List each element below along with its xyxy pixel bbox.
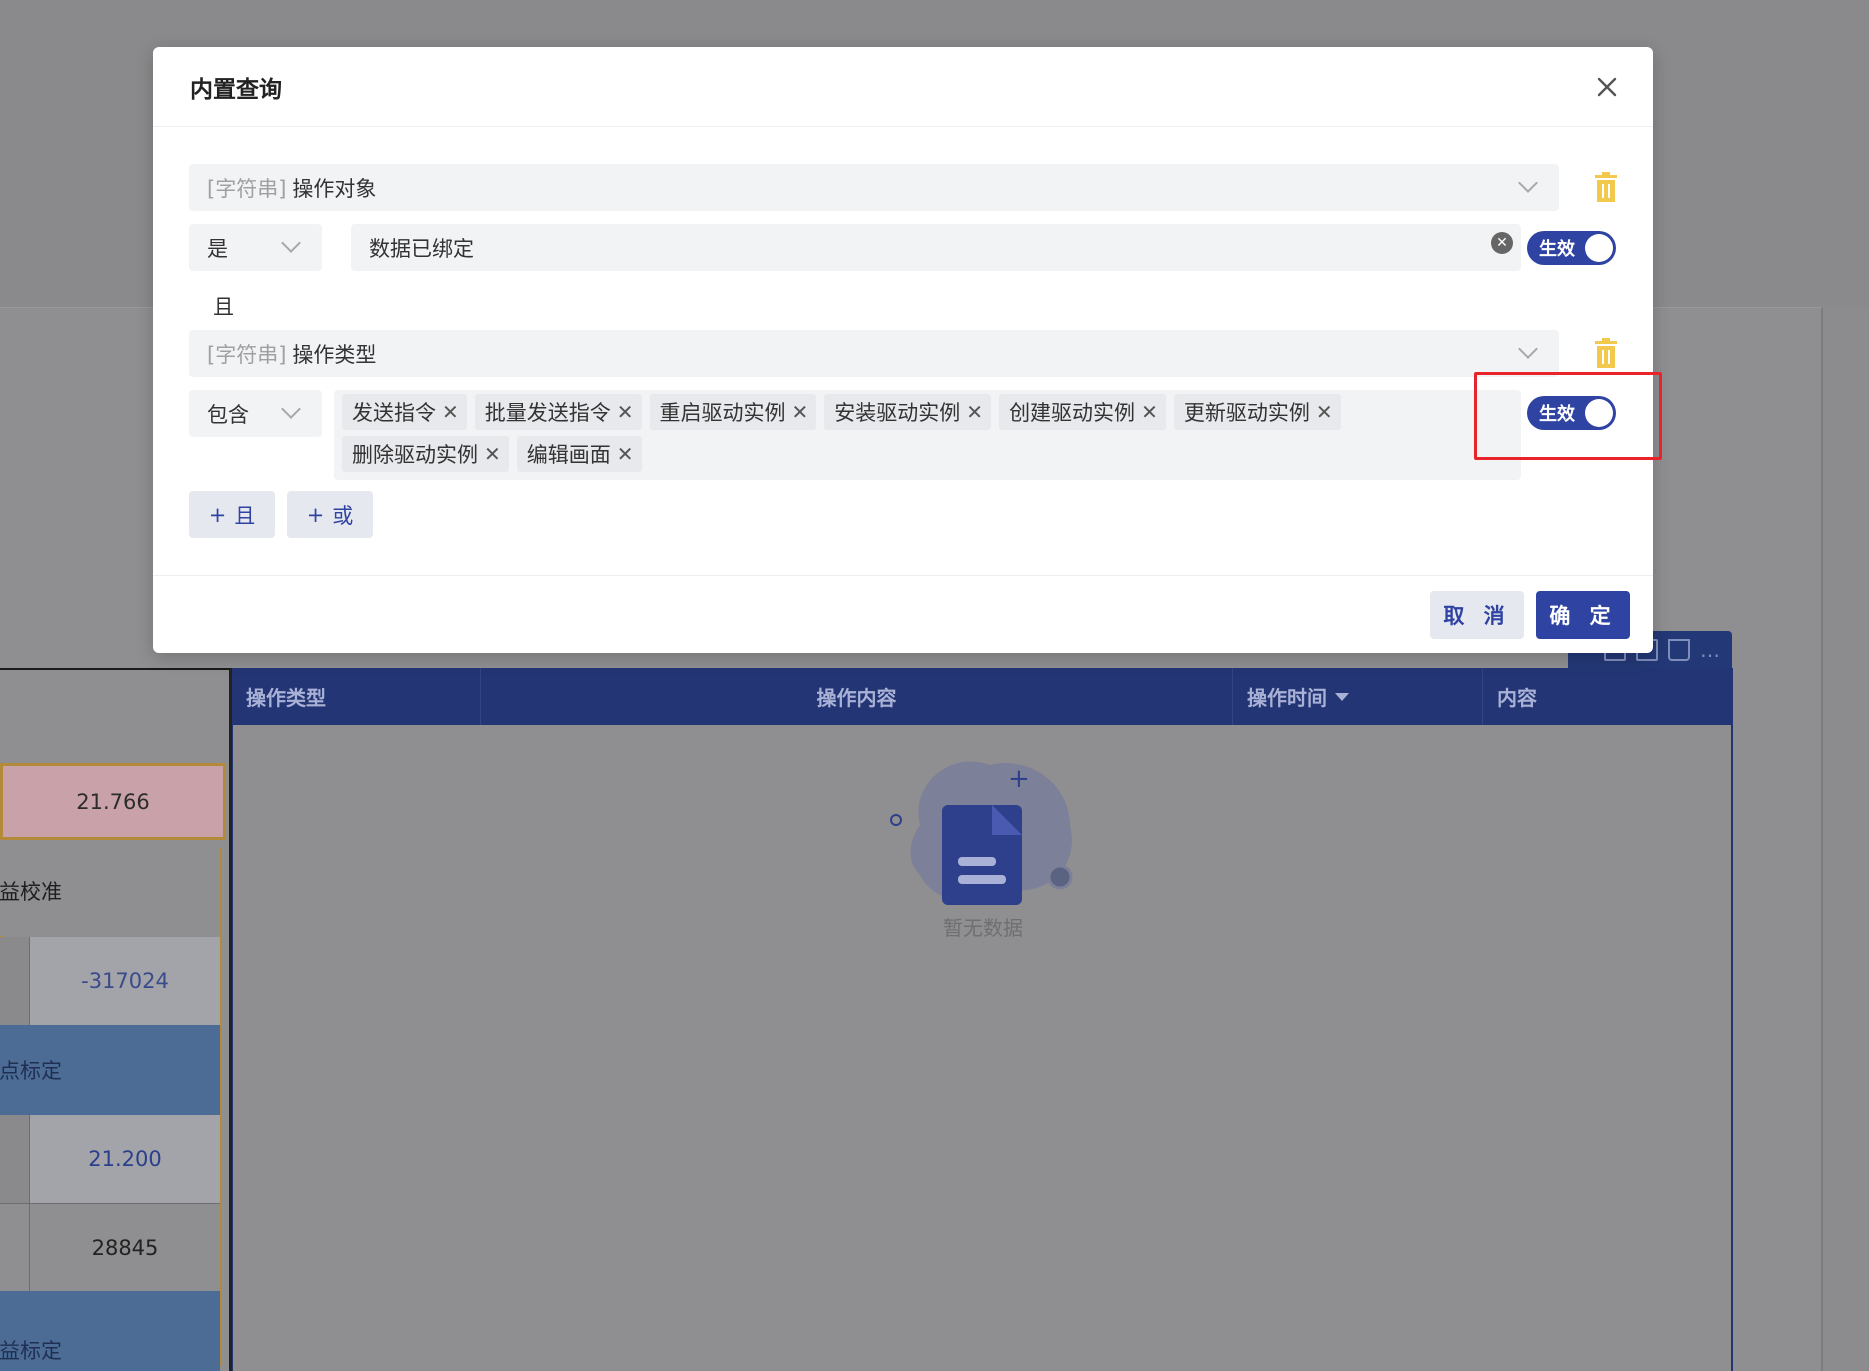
zero-calibration-label[interactable]: 零点标定 — [0, 1025, 220, 1115]
switch-knob — [1585, 234, 1613, 262]
switch-label: 生效 — [1539, 404, 1575, 425]
condition-2-tags-input[interactable]: 发送指令 ✕ 批量发送指令 ✕ 重启驱动实例 ✕ 安装驱动实例 ✕ 创建驱动实例 ✕ 更新… — [334, 390, 1521, 480]
add-or-label: 或 — [332, 503, 354, 528]
more-icon[interactable]: … — [1700, 638, 1720, 662]
gain-calibration-2-label[interactable]: 增益标定 — [0, 1291, 220, 1371]
tag-remove-icon[interactable]: ✕ — [442, 402, 459, 422]
field-type-prefix: [字符串] — [207, 176, 287, 201]
confirm-button[interactable]: 确 定 — [1536, 591, 1630, 639]
field-type-prefix: [字符串] — [207, 342, 287, 367]
sort-desc-icon[interactable] — [1335, 692, 1349, 701]
dialog-title: 内置查询 — [190, 76, 282, 103]
switch-knob — [1585, 399, 1613, 427]
value-1-side — [0, 937, 30, 1025]
tag: 批量发送指令 ✕ — [474, 394, 642, 430]
zero-calibration-text: 零点标定 — [0, 1059, 62, 1083]
gain-calibration-text: 增益校准 — [0, 880, 62, 904]
condition-2-enable-switch[interactable]: 生效 — [1527, 396, 1616, 430]
value-top-cell: 21.766 — [0, 763, 226, 840]
gain-calibration-label: 增益校准 — [0, 846, 220, 936]
plus-icon: + — [306, 502, 325, 527]
tag-remove-icon[interactable]: ✕ — [617, 444, 634, 464]
tag-label: 发送指令 — [352, 401, 436, 425]
dialog-header: 内置查询 — [153, 47, 1653, 127]
tag-label: 更新驱动实例 — [1183, 401, 1310, 425]
gain-calibration-2-text: 增益标定 — [0, 1339, 62, 1363]
condition-1-operator-select[interactable]: 是 — [189, 224, 322, 271]
column-operation-time[interactable]: 操作时间 — [1233, 668, 1483, 725]
column-content[interactable]: 内容 — [1483, 668, 1733, 725]
switch-label: 生效 — [1539, 239, 1575, 260]
close-icon[interactable] — [1591, 71, 1623, 103]
tag-remove-icon[interactable]: ✕ — [484, 444, 501, 464]
value-1-cell: -317024 — [30, 937, 220, 1025]
value-3-side — [0, 1203, 30, 1291]
delete-icon[interactable] — [1668, 639, 1690, 661]
column-operation-time-label: 操作时间 — [1247, 686, 1327, 710]
chevron-down-icon — [281, 399, 301, 419]
svg-text:+: + — [1008, 764, 1030, 794]
value-3-cell: 28845 — [30, 1203, 220, 1291]
tag: 更新驱动实例 ✕ — [1173, 394, 1341, 430]
value-2-side — [0, 1115, 30, 1203]
tag-label: 编辑画面 — [526, 443, 611, 467]
tag: 发送指令 ✕ — [342, 394, 467, 430]
tag-remove-icon[interactable]: ✕ — [1316, 402, 1333, 422]
tag-remove-icon[interactable]: ✕ — [1141, 402, 1158, 422]
column-operation-type[interactable]: 操作类型 — [232, 668, 481, 725]
trash-icon[interactable] — [1593, 338, 1619, 368]
field-name: 操作对象 — [292, 176, 377, 201]
tag-label: 批量发送指令 — [484, 401, 611, 425]
table-header: 操作类型 操作内容 操作时间 内容 — [232, 668, 1733, 725]
add-or-button[interactable]: + 或 — [287, 491, 373, 538]
trash-icon[interactable] — [1593, 172, 1619, 202]
condition-2-operator-select[interactable]: 包含 — [189, 390, 322, 437]
tag-label: 删除驱动实例 — [352, 443, 478, 467]
condition-1-enable-switch[interactable]: 生效 — [1527, 231, 1616, 265]
tag-label: 安装驱动实例 — [834, 401, 961, 425]
column-operation-content[interactable]: 操作内容 — [481, 668, 1233, 725]
tag-remove-icon[interactable]: ✕ — [792, 402, 809, 422]
tag: 重启驱动实例 ✕ — [649, 394, 817, 430]
condition-1-value-input[interactable]: 数据已绑定 ✕ — [351, 224, 1521, 271]
dialog-footer: 取 消 确 定 — [153, 575, 1653, 653]
value-text: 数据已绑定 — [369, 236, 474, 261]
tag-label: 重启驱动实例 — [659, 401, 786, 425]
tag: 删除驱动实例 ✕ — [342, 436, 509, 472]
cancel-button[interactable]: 取 消 — [1430, 591, 1524, 639]
operator-value: 是 — [207, 236, 228, 261]
add-and-button[interactable]: + 且 — [189, 491, 275, 538]
empty-data-text: 暂无数据 — [943, 916, 1023, 940]
condition-2-field-select[interactable]: [字符串] 操作类型 — [189, 330, 1559, 377]
tag: 编辑画面 ✕ — [516, 436, 642, 472]
chevron-down-icon — [1518, 339, 1538, 359]
field-name: 操作类型 — [292, 342, 377, 367]
operator-value: 包含 — [207, 402, 249, 427]
tag: 创建驱动实例 ✕ — [999, 394, 1166, 430]
tag-remove-icon[interactable]: ✕ — [966, 402, 983, 422]
add-and-label: 且 — [234, 503, 256, 528]
chevron-down-icon — [1518, 173, 1538, 193]
builtin-query-dialog: 内置查询 [字符串] 操作对象 是 数据已绑定 ✕ 生效 且 [字符串] 操作类… — [153, 47, 1653, 653]
plus-icon: + — [208, 502, 227, 527]
tag-remove-icon[interactable]: ✕ — [617, 402, 634, 422]
tag: 安装驱动实例 ✕ — [824, 394, 992, 430]
condition-1-field-select[interactable]: [字符串] 操作对象 — [189, 164, 1559, 211]
value-2-cell: 21.200 — [30, 1115, 220, 1203]
clear-icon[interactable]: ✕ — [1491, 232, 1513, 254]
and-connector-label: 且 — [213, 295, 234, 319]
tag-label: 创建驱动实例 — [1009, 401, 1136, 425]
chevron-down-icon — [281, 233, 301, 253]
